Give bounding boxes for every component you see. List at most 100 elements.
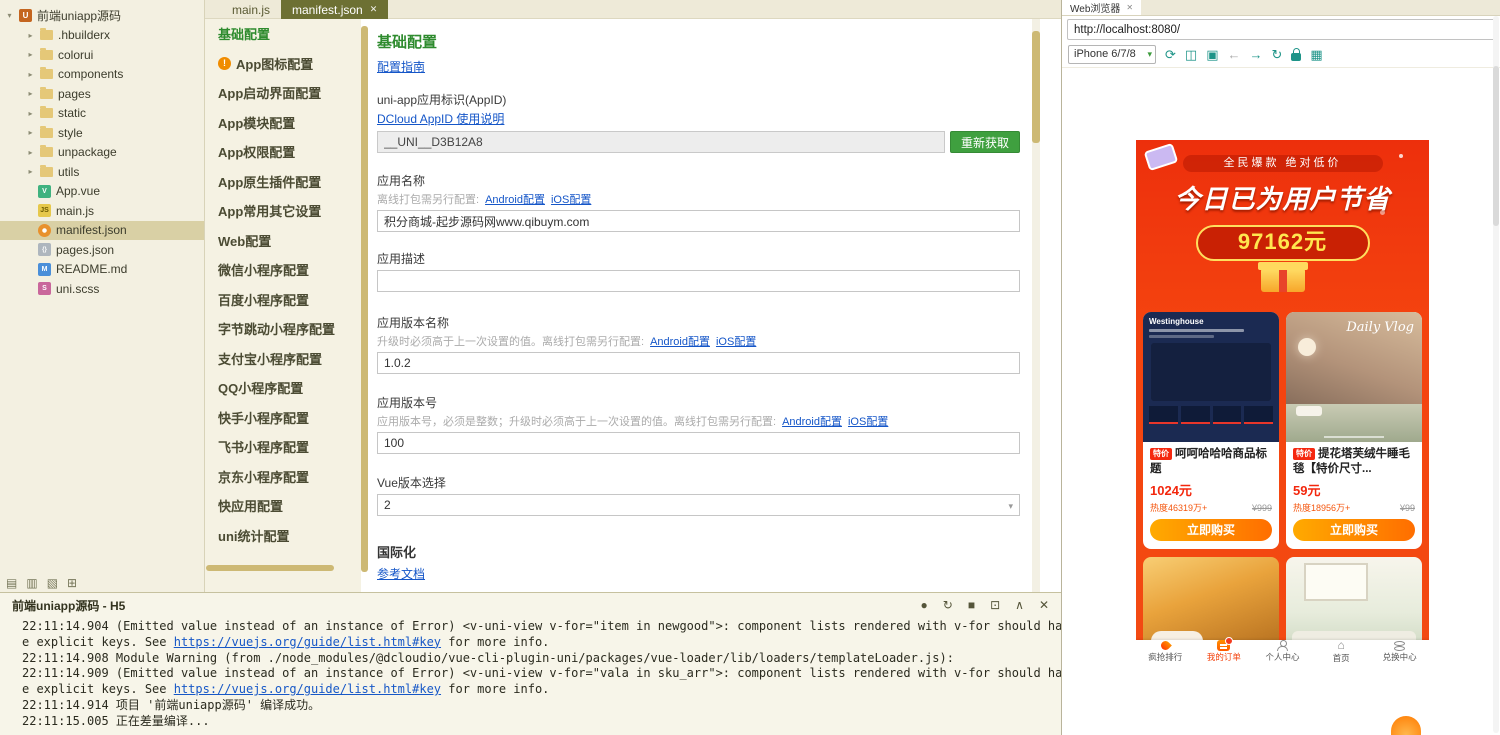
manifest-nav-item[interactable]: uni统计配置 <box>205 521 361 551</box>
console-link[interactable]: https://vuejs.org/guide/list.html#key <box>174 682 441 696</box>
tree-file-item[interactable]: JS main.js <box>0 201 204 221</box>
tree-folder-item[interactable]: ▸ pages <box>0 84 204 104</box>
panel-toggle-icon-2[interactable]: ▥ <box>26 576 37 590</box>
export-icon[interactable]: ⊡ <box>990 598 1000 612</box>
phone-tab-home[interactable]: ⌂ 首页 <box>1312 639 1371 664</box>
nav-scrollbar[interactable] <box>361 26 368 572</box>
screenshot-icon[interactable]: ▣ <box>1206 48 1218 61</box>
manifest-nav-label: 飞书小程序配置 <box>218 440 310 456</box>
folder-icon <box>40 47 53 60</box>
android-config-link[interactable]: Android配置 <box>485 194 545 206</box>
refresh-appid-button[interactable]: 重新获取 <box>949 131 1020 153</box>
nav-horizontal-scrollbar[interactable] <box>206 565 334 571</box>
manifest-nav-item[interactable]: 微信小程序配置 <box>205 255 361 285</box>
version-name-input[interactable] <box>377 352 1020 374</box>
back-icon[interactable]: ← <box>1228 48 1241 61</box>
tree-file-item[interactable]: M README.md <box>0 260 204 280</box>
vue-version-select[interactable]: 2 ▾ <box>377 494 1020 516</box>
android-config-link[interactable]: Android配置 <box>782 416 842 428</box>
collapse-panel-icon[interactable]: ∧ <box>1015 598 1024 612</box>
config-guide-link[interactable]: 配置指南 <box>377 58 1020 75</box>
tree-file-item[interactable]: manifest.json <box>0 220 204 240</box>
rotate-device-icon[interactable]: ⟳ <box>1165 48 1176 61</box>
lock-icon[interactable] <box>1291 47 1302 61</box>
manifest-nav-item[interactable]: 快手小程序配置 <box>205 403 361 433</box>
product-card[interactable]: Westinghouse 特价 呵呵哈哈哈商品标题 1024元 热度46319万+ ¥99… <box>1143 312 1279 549</box>
panel-toggle-icon-4[interactable]: ⊞ <box>67 576 77 590</box>
manifest-nav-item[interactable]: App常用其它设置 <box>205 196 361 226</box>
editor-tab[interactable]: manifest.json ✕ <box>281 0 389 19</box>
refresh-icon[interactable]: ↻ <box>1272 48 1283 61</box>
version-code-input[interactable] <box>377 432 1020 454</box>
tree-folder-item[interactable]: ▸ .hbuilderx <box>0 26 204 46</box>
phone-tab-exchange[interactable]: 兑换中心 <box>1370 640 1429 663</box>
phone-tab-person[interactable]: 个人中心 <box>1253 640 1312 663</box>
manifest-nav-item[interactable]: App权限配置 <box>205 137 361 167</box>
tree-folder-item[interactable]: ▸ unpackage <box>0 143 204 163</box>
manifest-nav-item[interactable]: ! App图标配置 <box>205 49 361 79</box>
app-desc-input[interactable] <box>377 270 1020 292</box>
buy-now-button[interactable]: 立即购买 <box>1150 519 1272 541</box>
stop-icon[interactable]: ■ <box>968 598 975 612</box>
console-text: for more info. <box>441 634 550 649</box>
console-line: 22:11:15.005 正在差量编译... <box>22 714 1061 730</box>
buy-now-button[interactable]: 立即购买 <box>1293 519 1415 541</box>
manifest-nav-item[interactable]: App启动界面配置 <box>205 78 361 108</box>
manifest-nav-item[interactable]: Web配置 <box>205 226 361 256</box>
app-name-hint: 离线打包需另行配置: Android配置 iOS配置 <box>377 191 1020 207</box>
browser-tab[interactable]: Web浏览器 ✕ <box>1062 0 1142 15</box>
manifest-nav-item[interactable]: 京东小程序配置 <box>205 462 361 492</box>
appid-input[interactable] <box>377 131 945 153</box>
floating-button-partial[interactable] <box>1391 716 1421 735</box>
tree-file-item[interactable]: Suni.scss <box>0 279 204 299</box>
panel-toggle-icon-1[interactable]: ▤ <box>6 576 17 590</box>
tree-folder-item[interactable]: ▸ style <box>0 123 204 143</box>
browser-scrollbar[interactable] <box>1493 16 1499 733</box>
manifest-nav-item[interactable]: QQ小程序配置 <box>205 373 361 403</box>
device-select[interactable]: iPhone 6/7/8 ▾ <box>1068 45 1156 64</box>
ios-config-link[interactable]: iOS配置 <box>848 416 888 428</box>
console-link[interactable]: https://vuejs.org/guide/list.html#key <box>174 635 441 649</box>
manifest-nav-item[interactable]: 字节跳动小程序配置 <box>205 314 361 344</box>
manifest-nav-item[interactable]: 基础配置 <box>205 19 361 49</box>
phone-tab-flame[interactable]: 疯抢排行 <box>1136 640 1195 663</box>
tree-folder-item[interactable]: ▸ components <box>0 65 204 85</box>
appid-doc-link[interactable]: DCloud AppID 使用说明 <box>377 110 1020 127</box>
restart-icon[interactable]: ↻ <box>943 598 953 612</box>
close-panel-icon[interactable]: ✕ <box>1039 598 1049 612</box>
form-scrollbar-handle[interactable] <box>1032 31 1040 143</box>
tree-folder-item[interactable]: ▸ colorui <box>0 45 204 65</box>
forward-icon[interactable]: → <box>1250 48 1263 61</box>
panel-toggle-icon-3[interactable]: ▧ <box>47 576 58 590</box>
manifest-nav-item[interactable]: App原生插件配置 <box>205 167 361 197</box>
form-scrollbar[interactable] <box>1032 19 1040 592</box>
promo-banner[interactable]: 全民爆款 绝对低价 今日已为用户节省 97162元 <box>1136 140 1429 310</box>
tree-file-item[interactable]: {} pages.json <box>0 240 204 260</box>
browser-scrollbar-handle[interactable] <box>1493 66 1499 226</box>
tree-folder-item[interactable]: ▸ utils <box>0 162 204 182</box>
devtools-icon[interactable]: ◫ <box>1185 48 1197 61</box>
manifest-nav-item[interactable]: 支付宝小程序配置 <box>205 344 361 374</box>
tree-root-item[interactable]: ▾ U 前端uniapp源码 <box>0 6 204 26</box>
tree-file-item[interactable]: V App.vue <box>0 182 204 202</box>
chevron-down-icon[interactable]: ▾ <box>5 11 14 20</box>
product-card[interactable]: Daily Vlog 特价 提花塔芙绒牛睡毛毯【特价尺寸... 59元 热度18956万… <box>1286 312 1422 549</box>
android-config-link[interactable]: Android配置 <box>650 336 710 348</box>
close-tab-icon[interactable]: ✕ <box>370 4 378 15</box>
close-icon[interactable]: ✕ <box>1126 3 1133 12</box>
editor-tab[interactable]: main.js <box>221 0 281 19</box>
app-name-input[interactable] <box>377 210 1020 232</box>
manifest-nav-item[interactable]: 快应用配置 <box>205 491 361 521</box>
manifest-nav-item[interactable]: App模块配置 <box>205 108 361 138</box>
url-input[interactable] <box>1067 19 1495 40</box>
run-icon[interactable]: ● <box>921 598 928 612</box>
console-tab[interactable]: 前端uniapp源码 - H5 <box>12 597 125 614</box>
tree-folder-item[interactable]: ▸ static <box>0 104 204 124</box>
ios-config-link[interactable]: iOS配置 <box>551 194 591 206</box>
manifest-nav-item[interactable]: 飞书小程序配置 <box>205 432 361 462</box>
phone-tab-order[interactable]: 我的订单 <box>1195 637 1254 663</box>
manifest-nav-item[interactable]: 百度小程序配置 <box>205 285 361 315</box>
i18n-doc-link[interactable]: 参考文档 <box>377 565 1020 582</box>
ios-config-link[interactable]: iOS配置 <box>716 336 756 348</box>
qrcode-icon[interactable]: ▦ <box>1310 48 1322 61</box>
